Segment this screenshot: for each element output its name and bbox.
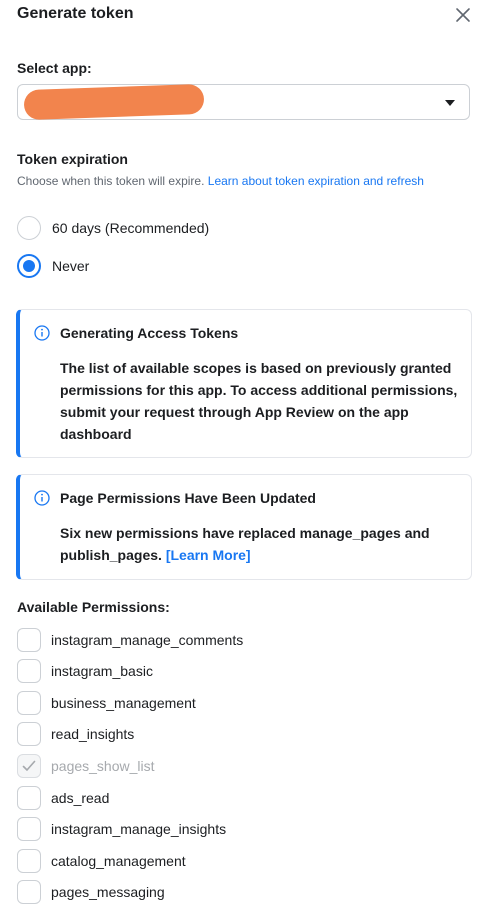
notice-title: Generating Access Tokens	[60, 325, 239, 341]
permission-row[interactable]: catalog_management	[17, 848, 186, 874]
notice-body: The list of available scopes is based on…	[60, 360, 458, 442]
permission-checkbox[interactable]	[17, 880, 41, 904]
permission-checkbox[interactable]	[17, 691, 41, 715]
permission-label: catalog_management	[51, 853, 186, 869]
notice-body: Six new permissions have replaced manage…	[60, 522, 460, 566]
permission-row[interactable]: read_insights	[17, 721, 134, 747]
notice-page-permissions: Page Permissions Have Been Updated Six n…	[16, 474, 472, 580]
close-icon[interactable]	[454, 6, 472, 24]
permission-label: read_insights	[51, 726, 135, 742]
permission-row[interactable]: pages_messaging	[17, 879, 165, 905]
dialog-title: Generate token	[17, 5, 134, 22]
available-permissions-heading: Available Permissions:	[17, 599, 170, 615]
permission-row[interactable]: instagram_manage_insights	[17, 816, 226, 842]
app-select[interactable]	[17, 83, 470, 121]
radio-never[interactable]: Never	[17, 252, 89, 280]
help-text: Choose when this token will expire.	[17, 174, 208, 188]
radio-label: 60 days (Recommended)	[52, 220, 210, 236]
radio-button-selected[interactable]	[17, 254, 41, 278]
permission-label: pages_show_list	[51, 758, 155, 774]
notice-title: Page Permissions Have Been Updated	[60, 490, 316, 506]
permission-label: instagram_manage_insights	[51, 821, 227, 837]
permission-checkbox-checked	[17, 754, 41, 778]
redaction-mark	[23, 83, 205, 121]
permission-checkbox[interactable]	[17, 722, 41, 746]
notice-access-tokens: Generating Access Tokens The list of ava…	[16, 309, 472, 458]
permission-row-disabled: pages_show_list	[17, 753, 155, 779]
permission-checkbox[interactable]	[17, 849, 41, 873]
permission-label: instagram_basic	[51, 663, 153, 679]
permission-row[interactable]: business_management	[17, 690, 196, 716]
expiration-help-link[interactable]: Learn about token expiration and refresh	[208, 174, 424, 188]
info-icon	[34, 325, 50, 341]
token-expiration-help: Choose when this token will expire. Lear…	[17, 172, 437, 190]
permission-checkbox[interactable]	[17, 817, 41, 841]
permission-row[interactable]: instagram_basic	[17, 658, 153, 684]
permission-label: business_management	[51, 695, 196, 711]
learn-more-link[interactable]: [Learn More]	[166, 547, 251, 563]
radio-button[interactable]	[17, 216, 41, 240]
permission-label: instagram_manage_comments	[51, 632, 244, 648]
checkmark-icon	[22, 760, 36, 771]
radio-60-days[interactable]: 60 days (Recommended)	[17, 214, 209, 242]
caret-down-icon	[445, 100, 455, 106]
permission-label: pages_messaging	[51, 884, 165, 900]
radio-label: Never	[52, 258, 90, 274]
permission-checkbox[interactable]	[17, 628, 41, 652]
permission-row[interactable]: instagram_manage_comments	[17, 627, 243, 653]
permission-checkbox[interactable]	[17, 786, 41, 810]
select-app-label: Select app:	[17, 60, 92, 76]
info-icon	[34, 490, 50, 506]
permission-row[interactable]: ads_read	[17, 785, 109, 811]
token-expiration-heading: Token expiration	[17, 151, 128, 167]
permission-label: ads_read	[51, 790, 110, 806]
permission-checkbox[interactable]	[17, 659, 41, 683]
